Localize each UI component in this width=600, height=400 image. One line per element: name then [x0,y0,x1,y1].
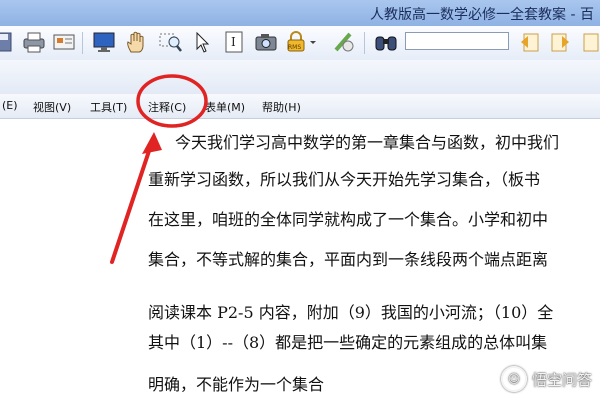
toolbar-separator [82,32,83,54]
menu-edit[interactable]: (E) [2,99,18,112]
doc-line: 在这里，咱班的全体同学就构成了一个集合。小学和初中 [148,210,549,229]
menu-help[interactable]: 帮助(H) [262,99,301,115]
zoom-select-icon[interactable] [158,30,182,54]
hand-icon[interactable] [124,30,148,54]
doc-line: 集合，不等式解的集合，平面内到一条线段两个端点距离 [148,250,549,269]
menu-bar: (E) 视图(V) 工具(T) 注释(C) 表单(M) 帮助(H) [0,94,600,119]
menu-comments[interactable]: 注释(C) [148,99,186,115]
title-bar: 人教版高一数学必修一全套教案 - 百 [0,0,600,27]
pointer-icon[interactable] [190,30,214,54]
secondary-toolbar [0,60,600,94]
search-input[interactable] [405,32,509,50]
watermark: ☺ 悟空问答 [500,366,592,392]
page-nav-icon[interactable] [580,30,600,54]
main-toolbar: I RMS [0,26,600,60]
toolbar-separator [364,32,365,54]
rms-label: RMS [288,44,301,51]
doc-line: 重新学习函数，所以我们从今天开始先学习集合，（板书 [148,170,541,189]
doc-line: 其中（1）--（8）都是把一些确定的元素组成的总体叫集 [148,333,548,352]
sign-icon[interactable] [332,30,356,54]
scan-icon[interactable] [52,30,76,54]
snapshot-icon[interactable] [254,30,278,54]
monitor-icon[interactable] [92,30,116,54]
watermark-text: 悟空问答 [531,370,592,389]
menu-forms[interactable]: 表单(M) [205,99,245,115]
doc-line: 阅读课本 P2-5 内容，附加（9）我国的小河流；（10）全 [148,303,554,322]
doc-line: 今天我们学习高中数学的第一章集合与函数，初中我们 [175,133,560,152]
watermark-logo-icon: ☺ [500,366,527,392]
next-result-icon[interactable] [548,30,572,54]
save-icon[interactable] [0,30,14,54]
document-page: 今天我们学习高中数学的第一章集合与函数，初中我们 重新学习函数，所以我们从今天开… [0,119,600,400]
doc-line: 明确，不能作为一个集合 [148,375,325,394]
svg-text:I: I [231,35,236,49]
binoculars-icon[interactable] [374,30,398,54]
window-title: 人教版高一数学必修一全套教案 - 百 [370,7,594,23]
rms-lock-icon[interactable]: RMS [286,30,320,54]
menu-view[interactable]: 视图(V) [33,99,71,115]
prev-result-icon[interactable] [518,30,542,54]
text-select-icon[interactable]: I [222,30,246,54]
print-icon[interactable] [22,30,46,54]
menu-tools[interactable]: 工具(T) [90,99,127,115]
